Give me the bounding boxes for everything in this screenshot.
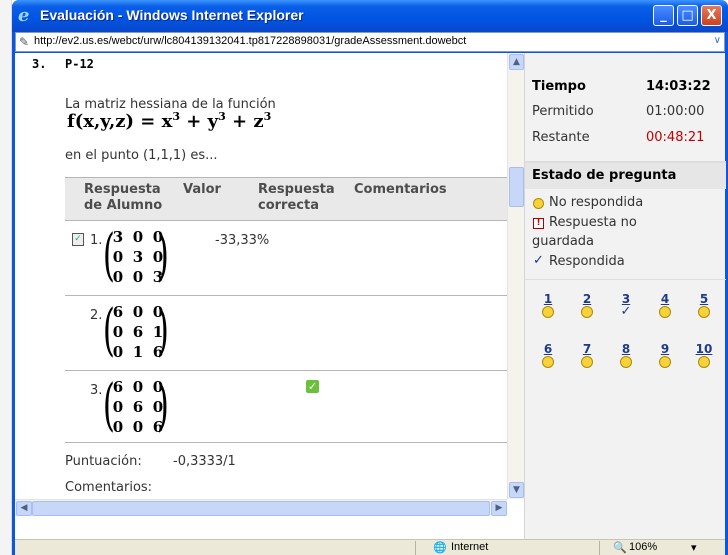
status-bar: 🌐 Internet 🔍 106% ▾ — [15, 539, 725, 555]
title-bar[interactable]: e Evaluación - Windows Internet Explorer… — [12, 0, 728, 32]
question-nav-5[interactable]: 5 — [693, 293, 715, 318]
legend-unanswered: No respondida — [549, 195, 644, 210]
desktop-background — [0, 0, 12, 555]
window-title: Evaluación - Windows Internet Explorer — [40, 7, 304, 23]
answer-matrix: ( ) 3 0 0 0 3 0 0 0 3 — [102, 223, 169, 288]
chevron-down-icon[interactable]: ▾ — [691, 541, 697, 554]
question-id: P-12 — [65, 57, 94, 71]
question-number: 3. — [32, 57, 47, 71]
divider — [525, 279, 726, 280]
answer-number: 2. — [90, 308, 103, 323]
question-nav-9[interactable]: 9 — [654, 343, 676, 368]
security-zone: Internet — [451, 541, 489, 553]
answer-value: -33,33% — [215, 233, 270, 248]
unanswered-dot-icon — [533, 198, 544, 209]
unanswered-dot-icon — [659, 306, 671, 318]
header-comments: Comentarios — [354, 182, 447, 197]
ie-logo-icon: e — [18, 5, 30, 26]
minimize-button[interactable]: _ — [653, 5, 674, 26]
maximize-button[interactable]: □ — [677, 5, 698, 26]
page-icon: ✎ — [19, 35, 30, 49]
status-panel: Tiempo 14:03:22 Permitido 01:00:00 Resta… — [524, 53, 726, 539]
question-panel: 3. P-12 La matriz hessiana de la función… — [15, 53, 507, 499]
chevron-down-icon[interactable]: ∨ — [714, 35, 721, 46]
legend-unsaved-line2: guardada — [532, 234, 595, 249]
unanswered-dot-icon — [698, 356, 710, 368]
answers-table: Respuesta de Alumno Valor Respuesta correc… — [65, 177, 507, 443]
legend-unsaved: Respuesta no — [549, 215, 637, 230]
allowed-value: 01:00:00 — [646, 104, 705, 119]
remaining-value: 00:48:21 — [646, 130, 705, 145]
question-nav-7[interactable]: 7 — [576, 343, 598, 368]
question-nav-6[interactable]: 6 — [537, 343, 559, 368]
header-student-answer: Respuesta de Alumno — [84, 182, 163, 213]
answer-matrix: ( ) 6 0 0 0 6 0 0 0 6 — [102, 373, 169, 438]
scroll-thumb[interactable] — [509, 167, 524, 207]
table-row: ✓ 1. ( ) 3 0 0 0 3 0 0 0 3 -33,33% — [65, 222, 507, 296]
question-point-text: en el punto (1,1,1) es... — [65, 148, 218, 163]
zoom-level[interactable]: 106% — [629, 541, 657, 553]
status-title-bar: Estado de pregunta — [525, 163, 726, 189]
header-correct-answer: Respuesta correcta — [258, 182, 335, 213]
time-label: Tiempo — [532, 79, 586, 94]
question-nav-10[interactable]: 10 — [693, 343, 715, 368]
allowed-label: Permitido — [532, 104, 594, 119]
question-nav-4[interactable]: 4 — [654, 293, 676, 318]
unanswered-dot-icon — [698, 306, 710, 318]
table-header: Respuesta de Alumno Valor Respuesta correc… — [65, 178, 507, 221]
unanswered-dot-icon — [542, 356, 554, 368]
question-nav-2[interactable]: 2 — [576, 293, 598, 318]
unanswered-dot-icon — [542, 306, 554, 318]
unanswered-dot-icon — [659, 356, 671, 368]
answer-number: 3. — [90, 383, 103, 398]
answer-number: 1. — [90, 233, 103, 248]
question-nav-1[interactable]: 1 — [537, 293, 559, 318]
comments-label: Comentarios: — [65, 480, 153, 495]
selected-answer-icon: ✓ — [72, 233, 84, 246]
question-nav-3[interactable]: 3 ✓ — [615, 293, 637, 319]
browser-window: e Evaluación - Windows Internet Explorer… — [12, 0, 728, 555]
globe-icon: 🌐 — [433, 542, 447, 554]
unsaved-warning-icon: ! — [533, 218, 544, 229]
scroll-down-icon[interactable]: ▼ — [509, 482, 524, 498]
answered-check-icon: ✓ — [620, 304, 632, 319]
table-row: 2. ( ) 6 0 0 0 6 1 0 1 6 — [65, 297, 507, 371]
zoom-icon[interactable]: 🔍 — [613, 541, 627, 554]
score-value: -0,3333/1 — [173, 454, 236, 469]
question-formula: f(x,y,z) = x3 + y3 + z3 — [67, 110, 272, 132]
status-title: Estado de pregunta — [532, 168, 677, 183]
remaining-label: Restante — [532, 130, 590, 145]
table-row: 3. ( ) 6 0 0 0 6 0 0 0 6 ✓ — [65, 372, 507, 443]
scroll-left-icon[interactable]: ◀ — [16, 501, 32, 516]
legend-answered: Respondida — [549, 254, 625, 269]
time-value: 14:03:22 — [646, 79, 711, 94]
question-nav-8[interactable]: 8 — [615, 343, 637, 368]
close-button[interactable]: X — [701, 5, 722, 26]
answered-check-icon: ✓ — [533, 253, 544, 268]
scroll-up-icon[interactable]: ▲ — [509, 54, 524, 70]
unanswered-dot-icon — [620, 356, 632, 368]
vertical-scrollbar[interactable]: ▲ ▼ — [507, 53, 524, 499]
horizontal-scrollbar[interactable]: ◀ ▶ — [15, 499, 507, 516]
page-content: 3. P-12 La matriz hessiana de la función… — [15, 53, 726, 539]
scroll-right-icon[interactable]: ▶ — [491, 501, 507, 516]
header-value: Valor — [183, 182, 221, 197]
correct-answer-check-icon: ✓ — [306, 380, 319, 393]
answer-matrix: ( ) 6 0 0 0 6 1 0 1 6 — [102, 298, 169, 363]
address-url[interactable]: http://ev2.us.es/webct/urw/lc80413913204… — [34, 35, 466, 47]
scroll-thumb[interactable] — [32, 501, 490, 516]
score-label: Puntuación: — [65, 454, 142, 469]
unanswered-dot-icon — [581, 306, 593, 318]
address-bar[interactable]: ✎ http://ev2.us.es/webct/urw/lc804139132… — [15, 32, 725, 52]
unanswered-dot-icon — [581, 356, 593, 368]
